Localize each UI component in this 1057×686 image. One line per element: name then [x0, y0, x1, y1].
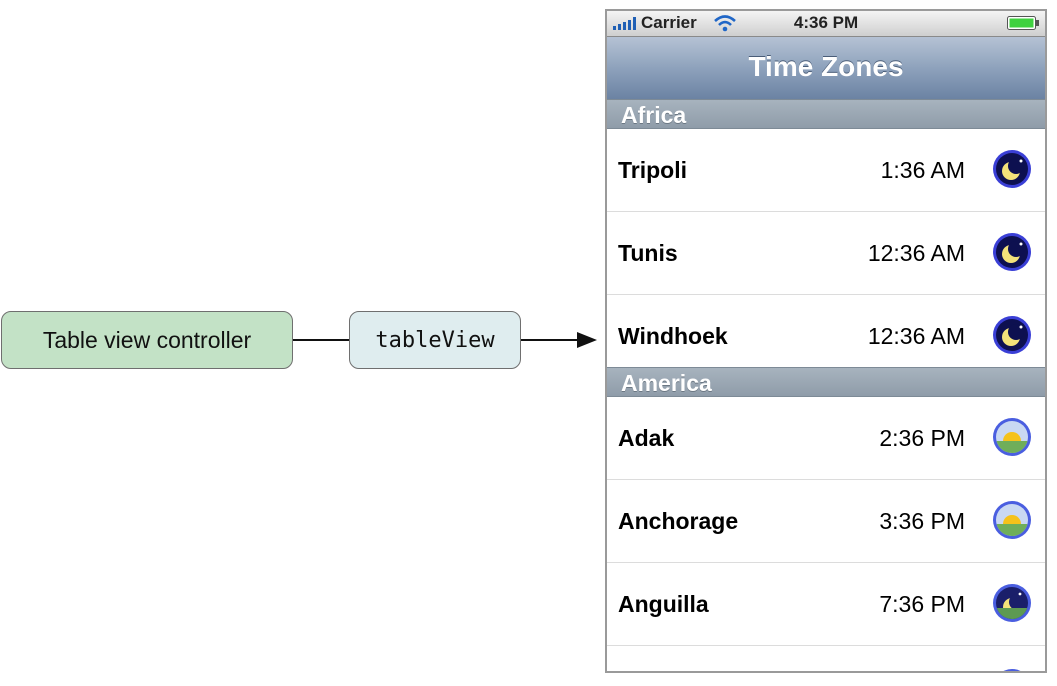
city-time: 2:36 PM [879, 425, 965, 451]
table-row[interactable]: Windhoek 12:36 AM [607, 295, 1045, 378]
moon-icon [993, 150, 1031, 188]
moon-icon [993, 316, 1031, 354]
outlet-label: tableView [375, 327, 495, 353]
city-time: 1:36 AM [880, 157, 965, 183]
section-header-africa: Africa [607, 99, 1045, 129]
table-row[interactable]: Tunis 12:36 AM [607, 212, 1045, 295]
moon-icon [993, 233, 1031, 271]
city-time: 3:36 PM [879, 508, 965, 534]
status-bar: Carrier 4:36 PM [607, 11, 1045, 37]
controller-label: Table view controller [42, 326, 252, 353]
time-of-day-icon [1003, 669, 1021, 671]
city-name: Tripoli [618, 157, 687, 183]
dusk-icon [993, 584, 1031, 622]
table-row[interactable]: Adak 2:36 PM [607, 397, 1045, 480]
city-time: 12:36 AM [867, 240, 965, 266]
nav-title: Time Zones [748, 51, 904, 82]
table-row[interactable]: Anchorage 3:36 PM [607, 480, 1045, 563]
city-name: Windhoek [618, 323, 728, 349]
battery-icon [1007, 16, 1039, 30]
city-name: Anguilla [618, 591, 709, 617]
table-view-outlet-box: tableView [349, 311, 521, 369]
city-name: Adak [618, 425, 675, 451]
table-row[interactable]: Anguilla 7:36 PM [607, 563, 1045, 646]
sun-icon [993, 418, 1031, 456]
section-header-label: Africa [621, 102, 687, 128]
table-row[interactable]: Tripoli 1:36 AM [607, 129, 1045, 212]
phone-screen: Carrier 4:36 PM Time Zones Africa Tripol… [605, 9, 1047, 673]
section-header-label: America [621, 370, 712, 396]
sun-icon [993, 501, 1031, 539]
arrow-head-icon [577, 332, 597, 348]
city-time: 7:36 PM [879, 591, 965, 617]
city-time: 12:36 AM [867, 323, 965, 349]
table-view-controller-box: Table view controller [1, 311, 293, 369]
arrow-line [521, 339, 581, 341]
navigation-bar: Time Zones [607, 37, 1045, 100]
connector-line [293, 339, 349, 341]
table-row-partial[interactable] [607, 648, 1045, 671]
status-clock: 4:36 PM [793, 13, 859, 32]
section-header-america: America [607, 367, 1045, 397]
city-name: Tunis [618, 240, 678, 266]
city-name: Anchorage [618, 508, 739, 534]
